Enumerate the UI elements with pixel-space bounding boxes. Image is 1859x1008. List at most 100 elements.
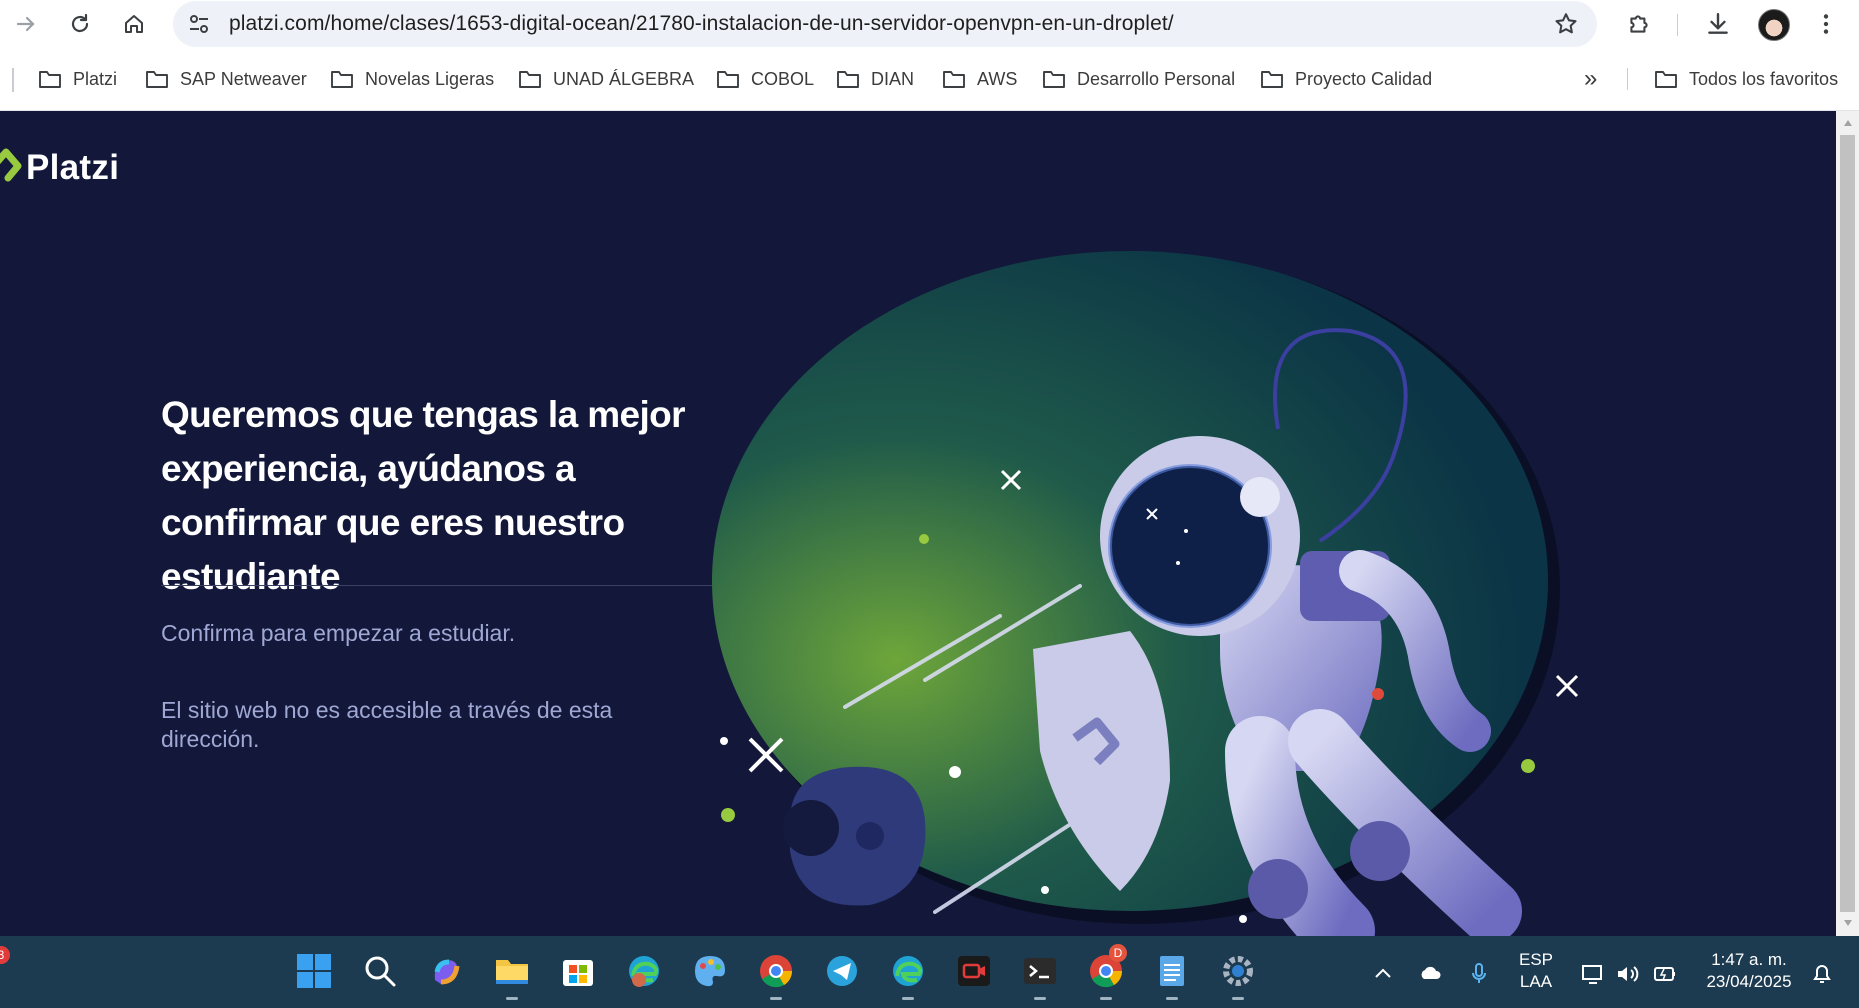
- bookmark-dian[interactable]: DIAN: [836, 66, 914, 92]
- overflow-chevron: »: [1584, 65, 1598, 92]
- bookmark-label: Desarrollo Personal: [1077, 68, 1236, 89]
- error-message: El sitio web no es accesible a través de…: [161, 697, 613, 752]
- bookmark-label: DIAN: [871, 68, 915, 89]
- taskbar-terminal[interactable]: [1019, 950, 1061, 1000]
- folder-icon: [39, 71, 61, 88]
- language-code: ESP: [1518, 950, 1554, 969]
- page-title: Queremos que tengas la mejor experiencia…: [161, 394, 686, 597]
- taskbar-chrome-profile[interactable]: D: [1085, 944, 1127, 1000]
- cloud-icon[interactable]: [1418, 961, 1444, 987]
- language-indicator[interactable]: ESP LAA: [1516, 949, 1556, 993]
- clock-time: 1:47 a. m.: [1711, 950, 1787, 969]
- bookmark-proyecto-calidad[interactable]: Proyecto Calidad: [1260, 66, 1432, 92]
- running-indicator: [1034, 997, 1046, 1000]
- running-indicator: [506, 997, 518, 1000]
- notification-badge: 3: [0, 946, 10, 964]
- microphone-icon[interactable]: [1466, 961, 1492, 987]
- telegram-icon: [827, 956, 857, 986]
- search-button[interactable]: [359, 950, 401, 992]
- taskbar-settings[interactable]: [1217, 950, 1259, 1000]
- puzzle-icon: [1630, 15, 1648, 33]
- taskbar-copilot[interactable]: [425, 950, 467, 992]
- taskbar-notepad[interactable]: [1151, 950, 1193, 1000]
- bookmark-label: COBOL: [751, 68, 815, 89]
- start-button[interactable]: [293, 950, 335, 992]
- extensions-button[interactable]: [1621, 6, 1657, 42]
- running-indicator: [902, 997, 914, 1000]
- confirm-message: Confirma para empezar a estudiar.: [161, 620, 516, 646]
- bookmark-novelas-ligeras[interactable]: Novelas Ligeras: [330, 66, 494, 92]
- bookmark-aws[interactable]: AWS: [942, 66, 1017, 92]
- taskbar-edge-profile[interactable]: [623, 950, 665, 992]
- bookmark-unad-algebra[interactable]: UNAD ÁLGEBRA: [518, 66, 694, 92]
- bookmark-label: Proyecto Calidad: [1295, 68, 1433, 89]
- network-icon[interactable]: [1580, 961, 1606, 987]
- folder-icon: [519, 71, 541, 88]
- arrow-right-icon: [16, 16, 35, 32]
- notifications-icon[interactable]: [1809, 961, 1835, 987]
- chevron-up-icon[interactable]: [1370, 961, 1396, 987]
- speaker-icon[interactable]: [1614, 961, 1640, 987]
- copilot-icon: [434, 959, 460, 985]
- scroll-up-icon[interactable]: [1841, 116, 1855, 130]
- home-icon: [125, 15, 143, 33]
- folder-icon: [837, 71, 859, 88]
- bookmarks-divider: [12, 68, 14, 92]
- site-settings-icon[interactable]: [187, 12, 211, 36]
- folder-icon: [496, 960, 528, 984]
- taskbar-chrome[interactable]: [755, 950, 797, 1000]
- toolbar-divider: [1677, 14, 1678, 36]
- folder-icon: [1261, 71, 1283, 88]
- reload-button[interactable]: [62, 6, 98, 42]
- profile-avatar[interactable]: [1758, 9, 1790, 41]
- folder-icon: [146, 71, 168, 88]
- bookmark-label: Platzi: [73, 68, 118, 89]
- reload-icon: [71, 13, 89, 33]
- browser-menu-button[interactable]: [1808, 6, 1844, 42]
- bookmarks-overflow-button[interactable]: »: [1584, 65, 1598, 92]
- battery-icon[interactable]: [1652, 961, 1678, 987]
- windows-taskbar: 3 D ESP LAA 1:47 a. m. 23/04/2025: [0, 936, 1859, 1008]
- store-icon: [563, 960, 593, 986]
- all-bookmarks-folder[interactable]: Todos los favoritos: [1654, 66, 1838, 92]
- url-text[interactable]: platzi.com/home/clases/1653-digital-ocea…: [229, 12, 1174, 36]
- clock-date: 23/04/2025: [1706, 972, 1792, 991]
- search-icon: [365, 956, 396, 987]
- download-icon: [1708, 13, 1728, 34]
- bookmark-cobol[interactable]: COBOL: [716, 66, 814, 92]
- running-indicator: [1100, 997, 1112, 1000]
- running-indicator: [1166, 997, 1178, 1000]
- bookmark-label: Novelas Ligeras: [365, 68, 495, 89]
- scrollbar-thumb[interactable]: [1840, 135, 1855, 912]
- bookmark-desarrollo-personal[interactable]: Desarrollo Personal: [1042, 66, 1235, 92]
- taskbar-screen-recorder[interactable]: [953, 950, 995, 992]
- folder-icon: [331, 71, 353, 88]
- forward-button[interactable]: [8, 6, 44, 42]
- address-bar[interactable]: platzi.com/home/clases/1653-digital-ocea…: [173, 1, 1597, 47]
- bookmark-platzi[interactable]: Platzi: [38, 66, 117, 92]
- home-button[interactable]: [116, 6, 152, 42]
- taskbar-edge[interactable]: [887, 950, 929, 1000]
- taskbar-telegram[interactable]: [821, 950, 863, 992]
- chrome-icon: [760, 955, 793, 988]
- taskbar-microsoft-store[interactable]: [557, 950, 599, 992]
- edge-icon: [893, 956, 923, 986]
- clock[interactable]: 1:47 a. m. 23/04/2025: [1694, 949, 1804, 993]
- taskbar-paint[interactable]: [689, 950, 731, 992]
- downloads-button[interactable]: [1700, 6, 1736, 42]
- bookmark-label: AWS: [977, 68, 1018, 89]
- taskbar-file-explorer[interactable]: [491, 950, 533, 1000]
- bookmarks-divider-right: [1627, 68, 1628, 90]
- bookmark-sap-netweaver[interactable]: SAP Netweaver: [145, 66, 307, 92]
- logo-text: Platzi: [26, 148, 120, 187]
- edge-icon: [629, 956, 659, 987]
- platzi-logo[interactable]: Platzi: [0, 144, 119, 192]
- paint-palette-icon: [695, 956, 725, 987]
- video-recorder-icon: [958, 956, 990, 986]
- browser-toolbar: platzi.com/home/clases/1653-digital-ocea…: [0, 0, 1859, 48]
- bookmark-label: SAP Netweaver: [180, 68, 307, 89]
- bookmark-star-icon[interactable]: [1553, 11, 1579, 37]
- scroll-down-icon[interactable]: [1841, 916, 1855, 930]
- running-indicator: [770, 997, 782, 1000]
- astronaut-illustration: [712, 251, 1579, 936]
